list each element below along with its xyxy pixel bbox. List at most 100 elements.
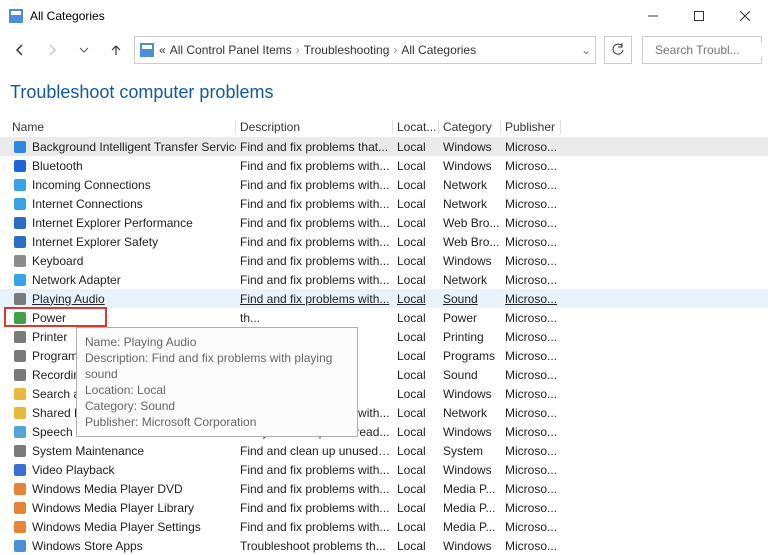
row-location: Local [393, 330, 439, 344]
table-row[interactable]: System MaintenanceFind and clean up unus… [0, 441, 768, 460]
row-category: Windows [439, 463, 501, 477]
row-publisher: Microso... [501, 349, 561, 363]
row-name: Windows Media Player DVD [32, 482, 183, 496]
row-name: Video Playback [32, 463, 115, 477]
row-description: Find and fix problems that... [236, 140, 393, 154]
troubleshooter-icon [12, 519, 28, 535]
row-location: Local [393, 425, 439, 439]
row-name: Internet Connections [32, 197, 143, 211]
row-category: Media P... [439, 482, 501, 496]
row-location: Local [393, 368, 439, 382]
troubleshooter-icon [12, 253, 28, 269]
up-button[interactable] [102, 36, 130, 64]
page-title: Troubleshoot computer problems [0, 68, 768, 117]
row-description: Find and fix problems with... [236, 178, 393, 192]
back-button[interactable] [6, 36, 34, 64]
troubleshooter-icon [12, 139, 28, 155]
table-row[interactable]: Windows Store AppsTroubleshoot problems … [0, 536, 768, 555]
chevron-right-icon: › [393, 43, 397, 57]
row-description: Find and fix problems with... [236, 501, 393, 515]
row-location: Local [393, 482, 439, 496]
column-description[interactable]: Description [236, 120, 393, 134]
table-row[interactable]: Background Intelligent Transfer ServiceF… [0, 137, 768, 156]
row-publisher: Microso... [501, 520, 561, 534]
row-name: Keyboard [32, 254, 83, 268]
row-category: Windows [439, 425, 501, 439]
control-panel-icon [139, 42, 155, 58]
table-row[interactable]: Video PlaybackFind and fix problems with… [0, 460, 768, 479]
table-row[interactable]: Windows Media Player LibraryFind and fix… [0, 498, 768, 517]
search-box[interactable] [642, 36, 762, 64]
row-publisher: Microso... [501, 216, 561, 230]
row-location: Local [393, 254, 439, 268]
troubleshooter-icon [12, 291, 28, 307]
row-publisher: Microso... [501, 482, 561, 496]
window-title: All Categories [30, 9, 630, 23]
chevron-down-icon[interactable]: ⌄ [581, 43, 591, 57]
row-category: Printing [439, 330, 501, 344]
row-publisher: Microso... [501, 273, 561, 287]
table-row[interactable]: KeyboardFind and fix problems with...Loc… [0, 251, 768, 270]
row-publisher: Microso... [501, 539, 561, 553]
row-publisher: Microso... [501, 444, 561, 458]
row-location: Local [393, 520, 439, 534]
row-name: Network Adapter [32, 273, 121, 287]
table-row[interactable]: Powerth...LocalPowerMicroso... [0, 308, 768, 327]
maximize-button[interactable] [676, 0, 722, 32]
close-button[interactable] [722, 0, 768, 32]
row-name: System Maintenance [32, 444, 144, 458]
row-category: Programs [439, 349, 501, 363]
row-location: Local [393, 273, 439, 287]
row-location: Local [393, 463, 439, 477]
forward-button[interactable] [38, 36, 66, 64]
row-category: System [439, 444, 501, 458]
row-description: Find and fix problems with... [236, 216, 393, 230]
row-publisher: Microso... [501, 387, 561, 401]
breadcrumb-item[interactable]: All Categories [401, 43, 476, 57]
refresh-button[interactable] [604, 36, 632, 64]
table-row[interactable]: Network AdapterFind and fix problems wit… [0, 270, 768, 289]
troubleshooter-icon [12, 462, 28, 478]
troubleshooter-icon [12, 196, 28, 212]
row-publisher: Microso... [501, 425, 561, 439]
row-description: Find and fix problems with... [236, 482, 393, 496]
table-row[interactable]: Incoming Connections Find and fix problem… [0, 175, 768, 194]
row-location: Local [393, 235, 439, 249]
row-name: Internet Explorer Safety [32, 235, 158, 249]
column-location[interactable]: Locat... [393, 120, 439, 134]
troubleshooter-icon [12, 215, 28, 231]
row-category: Windows [439, 159, 501, 173]
troubleshooter-icon [12, 177, 28, 193]
row-location: Local [393, 292, 439, 306]
minimize-button[interactable] [630, 0, 676, 32]
column-name[interactable]: Name [8, 120, 236, 134]
row-publisher: Microso... [501, 292, 561, 306]
row-location: Local [393, 216, 439, 230]
table-row[interactable]: Internet Connections Find and fix problem… [0, 194, 768, 213]
table-row[interactable]: BluetoothFind and fix problems with...Lo… [0, 156, 768, 175]
troubleshooter-icon [12, 234, 28, 250]
row-category: Windows [439, 140, 501, 154]
row-name: Incoming Connections [32, 178, 151, 192]
table-row[interactable]: Windows Media Player DVD Find and fix pro… [0, 479, 768, 498]
column-category[interactable]: Category [439, 120, 501, 134]
row-publisher: Microso... [501, 311, 561, 325]
search-input[interactable] [655, 43, 768, 57]
table-row[interactable]: Internet Explorer PerformanceFind and fi… [0, 213, 768, 232]
breadcrumb[interactable]: « All Control Panel Items › Troubleshoot… [134, 36, 596, 64]
row-name: Windows Media Player Settings [32, 520, 201, 534]
recent-dropdown[interactable] [70, 36, 98, 64]
table-row[interactable]: Internet Explorer SafetyFind and fix pro… [0, 232, 768, 251]
row-description: Find and fix problems with... [236, 197, 393, 211]
breadcrumb-item[interactable]: Troubleshooting [304, 43, 390, 57]
row-location: Local [393, 501, 439, 515]
column-publisher[interactable]: Publisher [501, 120, 561, 134]
breadcrumb-item[interactable]: All Control Panel Items [170, 43, 292, 57]
row-category: Network [439, 178, 501, 192]
table-row[interactable]: Playing AudioFind and fix problems with.… [0, 289, 768, 308]
table-row[interactable]: Windows Media Player SettingsFind and fi… [0, 517, 768, 536]
tooltip-line: Description: Find and fix problems with … [85, 350, 349, 382]
troubleshooter-icon [12, 367, 28, 383]
row-name: Printer [32, 330, 67, 344]
row-category: Windows [439, 539, 501, 553]
